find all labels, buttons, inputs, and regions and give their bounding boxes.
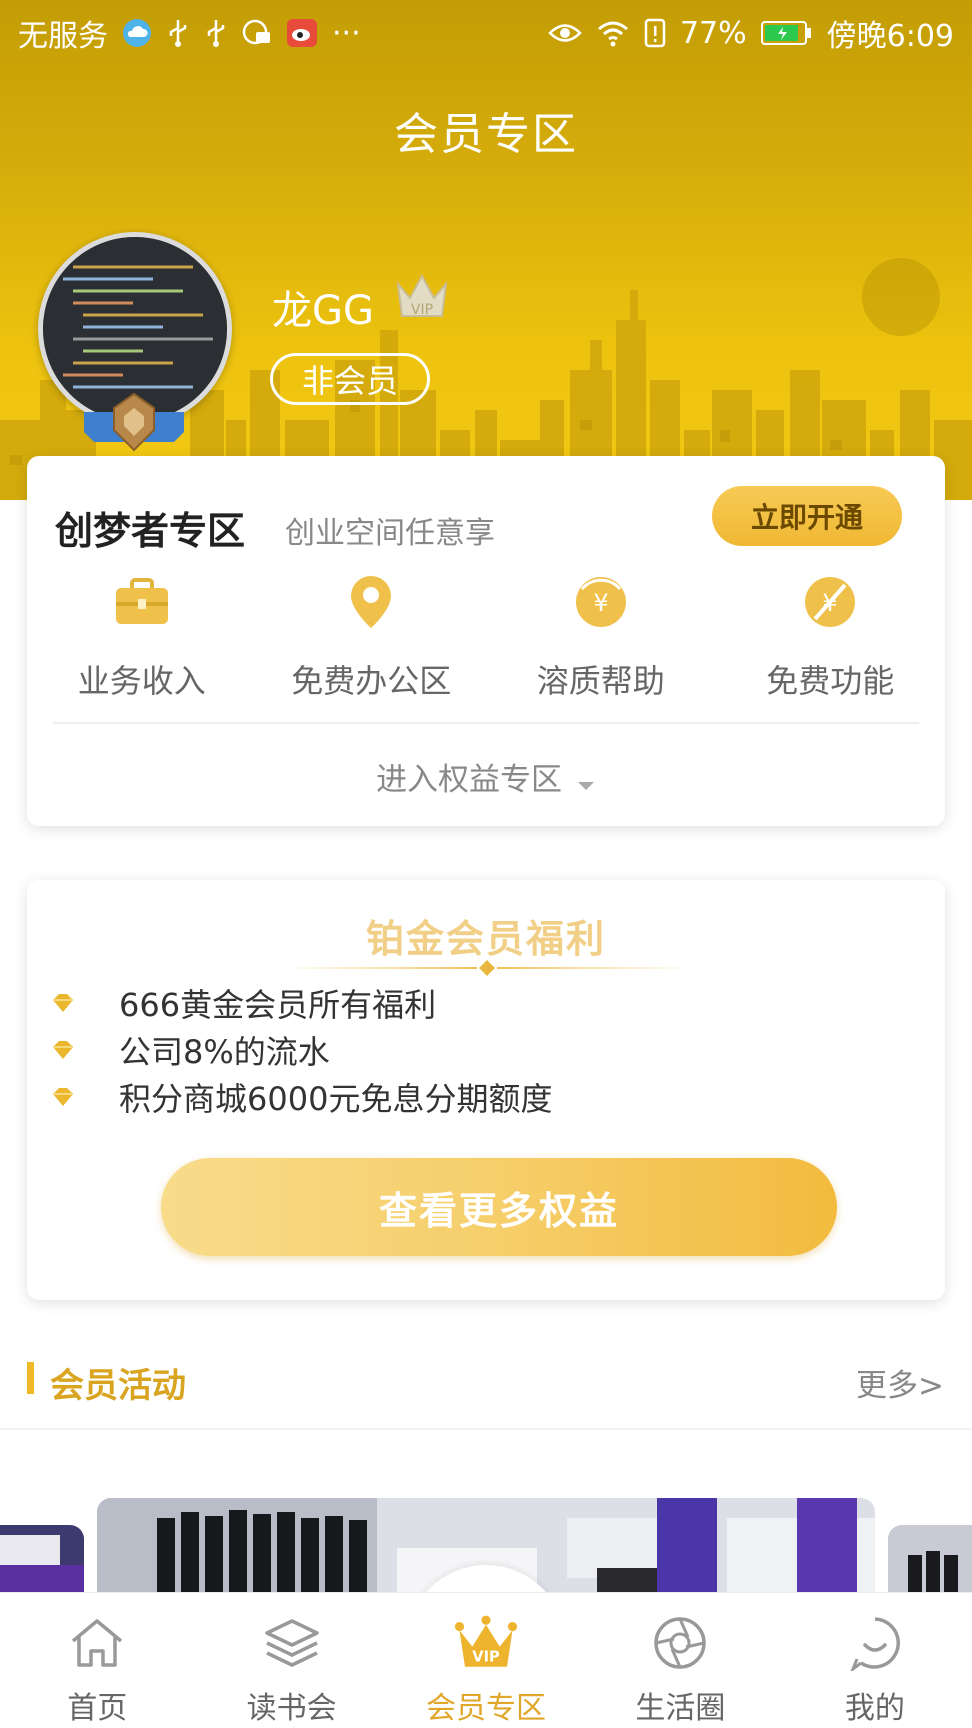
feature-label: 免费功能 xyxy=(766,662,895,700)
tab-member-zone[interactable]: VIP 会员专区 xyxy=(389,1593,583,1728)
section-title: 会员活动 xyxy=(50,1366,186,1406)
message-icon xyxy=(242,18,272,48)
sim-alert-icon xyxy=(644,18,666,48)
wifi-icon xyxy=(596,19,630,47)
tab-label: 我的 xyxy=(844,1691,905,1726)
creator-zone-card: 创梦者专区 创业空间任意享 立即开通 业务收入 免费办公区 ¥ 溶质帮助 ¥ 免… xyxy=(27,456,945,826)
svg-text:VIP: VIP xyxy=(472,1648,500,1665)
membership-status-badge: 非会员 xyxy=(270,353,430,405)
battery-charging-icon xyxy=(760,20,813,46)
section-accent-bar xyxy=(27,1362,34,1394)
benefit-item: 666黄金会员所有福利 xyxy=(51,980,436,1026)
svg-text:¥: ¥ xyxy=(593,589,608,617)
feature-business-income[interactable]: 业务收入 xyxy=(27,574,257,700)
page-title: 会员专区 xyxy=(394,109,578,160)
benefit-text: 公司8%的流水 xyxy=(119,1033,330,1071)
feature-label: 业务收入 xyxy=(77,662,206,700)
feature-row: 业务收入 免费办公区 ¥ 溶质帮助 ¥ 免费功能 xyxy=(27,574,946,700)
status-right: 77% 傍晚6:09 xyxy=(548,11,954,55)
enter-rights-link[interactable]: 进入权益专区 xyxy=(27,754,945,800)
usb-icon xyxy=(204,18,228,48)
battery-percent: 77% xyxy=(679,15,747,51)
level-badge-icon xyxy=(84,392,184,452)
tab-label: 首页 xyxy=(67,1691,128,1726)
layers-icon xyxy=(260,1611,324,1675)
usb-icon xyxy=(166,18,190,48)
yuan-slash-icon: ¥ xyxy=(802,574,858,630)
more-notifications-text: ··· xyxy=(332,15,361,51)
vip-crown-text: VIP xyxy=(411,302,433,318)
divider xyxy=(0,1428,972,1430)
feature-free-function[interactable]: ¥ 免费功能 xyxy=(716,574,946,700)
tab-label: 读书会 xyxy=(246,1691,337,1726)
gem-bullet-icon xyxy=(53,1041,73,1059)
carrier-text: 无服务 xyxy=(18,19,108,54)
feature-solute-help[interactable]: ¥ 溶质帮助 xyxy=(486,574,716,700)
briefcase-icon xyxy=(114,574,170,630)
header: 无服务 ··· 77% 傍晚6:09 会员专区 龙GG VIP 非会员 xyxy=(0,0,972,500)
decorative-circle xyxy=(862,258,940,336)
feature-free-office[interactable]: 免费办公区 xyxy=(257,574,487,700)
benefit-item: 公司8%的流水 xyxy=(51,1027,330,1073)
tab-reading-club[interactable]: 读书会 xyxy=(194,1593,388,1728)
status-left: 无服务 ··· xyxy=(18,11,361,55)
yuan-coin-icon: ¥ xyxy=(573,574,629,630)
zone-title: 创梦者专区 xyxy=(55,509,246,553)
tab-mine[interactable]: 我的 xyxy=(778,1593,972,1728)
profile-icon xyxy=(843,1611,907,1675)
title-divider-ornament xyxy=(277,960,697,976)
cloud-icon xyxy=(122,18,152,48)
benefit-text: 积分商城6000元免息分期额度 xyxy=(119,1080,553,1118)
benefit-item: 积分商城6000元免息分期额度 xyxy=(51,1074,552,1120)
weibo-icon xyxy=(286,18,318,48)
eye-icon xyxy=(548,20,582,46)
home-icon xyxy=(65,1611,129,1675)
clock: 傍晚6:09 xyxy=(826,19,954,54)
welfare-title: 铂金会员福利 xyxy=(365,917,606,961)
aperture-icon xyxy=(648,1611,712,1675)
vip-crown-icon: VIP xyxy=(396,273,448,318)
tab-label: 会员专区 xyxy=(426,1691,547,1726)
divider xyxy=(53,722,919,724)
more-activities-link[interactable]: 更多> xyxy=(856,1360,944,1405)
tab-home[interactable]: 首页 xyxy=(0,1593,194,1728)
gem-bullet-icon xyxy=(53,994,73,1012)
gem-bullet-icon xyxy=(53,1088,73,1106)
bottom-tab-bar: 首页 读书会 VIP 会员专区 生活圈 我的 xyxy=(0,1592,972,1728)
vip-crown-icon: VIP xyxy=(454,1611,518,1675)
platinum-welfare-card: 铂金会员福利 666黄金会员所有福利 公司8%的流水 积分商城6000元免息分期… xyxy=(27,880,945,1300)
activate-now-button[interactable]: 立即开通 xyxy=(712,486,902,546)
username: 龙GG xyxy=(272,288,374,334)
benefit-text: 666黄金会员所有福利 xyxy=(119,986,437,1024)
caret-down-icon xyxy=(576,764,596,800)
view-more-rights-button[interactable]: 查看更多权益 xyxy=(161,1158,837,1256)
enter-rights-label: 进入权益专区 xyxy=(376,762,563,798)
tab-label: 生活圈 xyxy=(635,1691,726,1726)
status-bar: 无服务 ··· 77% 傍晚6:09 xyxy=(0,0,972,66)
tab-life-circle[interactable]: 生活圈 xyxy=(583,1593,777,1728)
feature-label: 溶质帮助 xyxy=(536,662,665,700)
feature-label: 免费办公区 xyxy=(291,662,452,700)
location-pin-icon xyxy=(343,574,399,630)
zone-subtitle: 创业空间任意享 xyxy=(285,516,495,551)
